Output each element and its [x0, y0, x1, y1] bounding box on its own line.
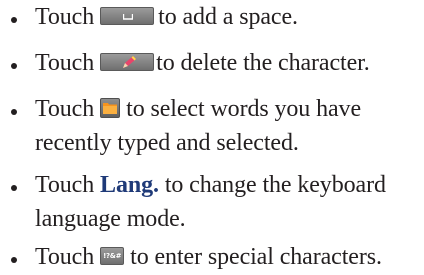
symbol-key-icon: !?&# — [100, 247, 125, 266]
touch-text: Touch — [35, 4, 95, 30]
space-key-icon — [100, 7, 155, 26]
line: Touch Lang. to change the keyboard — [35, 170, 386, 200]
line: Touch to select words you have — [35, 94, 361, 124]
line: Touch to delete the character. — [35, 48, 370, 78]
bullet-dot — [11, 109, 17, 115]
bullet-dot — [11, 63, 17, 69]
bullet-dot — [11, 257, 17, 263]
bullet-dot — [11, 17, 17, 23]
instruction-text-continued: language mode. — [35, 206, 186, 232]
instruction-text: to enter special characters. — [130, 244, 382, 270]
touch-text: Touch — [35, 96, 95, 122]
line-continuation: recently typed and selected. — [35, 128, 299, 158]
touch-text: Touch — [35, 50, 95, 76]
touch-text: Touch — [35, 244, 95, 270]
touch-text: Touch — [35, 172, 95, 198]
instruction-text: to change the keyboard — [164, 172, 386, 198]
line: Touch !?&# to enter special characters. — [35, 242, 382, 272]
bullet-dot — [11, 185, 17, 191]
instruction-text: to select words you have — [126, 96, 362, 122]
instruction-text: to delete the character. — [156, 50, 370, 76]
line: Touch to add a space. — [35, 2, 298, 32]
instruction-text-continued: recently typed and selected. — [35, 130, 299, 156]
folder-key-icon — [100, 98, 121, 119]
instruction-text: to add a space. — [158, 4, 298, 30]
delete-key-icon — [100, 53, 155, 72]
instruction-bullet-list: Touch to add a space. Touch to delete the … — [0, 0, 424, 275]
lang-key-label: Lang. — [100, 172, 159, 198]
line-continuation: language mode. — [35, 204, 186, 234]
